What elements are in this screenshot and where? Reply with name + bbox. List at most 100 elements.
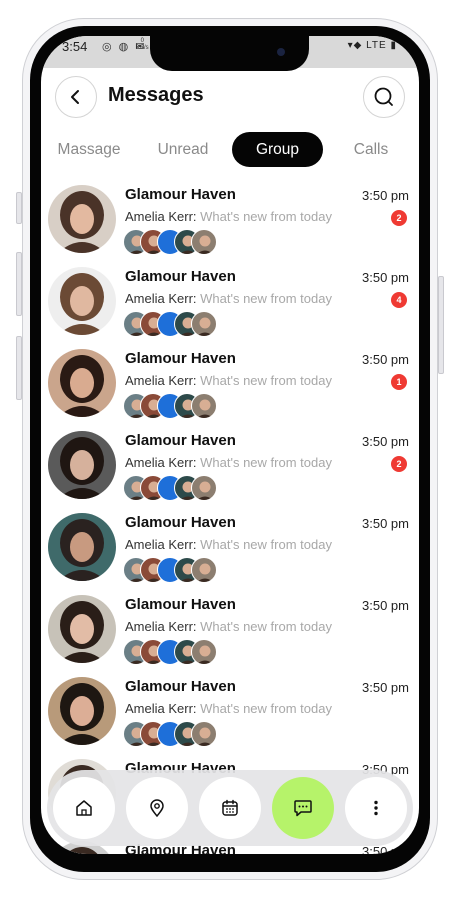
member-avatar [191, 393, 217, 419]
tab-unread[interactable]: Unread [143, 132, 223, 167]
location-pin-icon [150, 799, 164, 818]
sender-name: Amelia Kerr: [125, 619, 197, 634]
message-text: What's new from today [196, 455, 332, 470]
conversation-row[interactable]: Glamour Haven 3:50 pm Amelia Kerr: What's … [41, 592, 419, 674]
search-button[interactable] [363, 76, 405, 118]
tab-bar: Massage Unread Group Calls [41, 132, 419, 168]
message-preview: Amelia Kerr: What's new from today [125, 619, 332, 634]
group-name: Glamour Haven [125, 350, 236, 367]
message-preview: Amelia Kerr: What's new from today [125, 373, 332, 388]
power-button [438, 276, 444, 374]
sender-name: Amelia Kerr: [125, 455, 197, 470]
avatar[interactable] [48, 513, 116, 581]
conversation-row[interactable]: Glamour Haven 3:50 pm Amelia Kerr: What's … [41, 674, 419, 756]
avatar-photo [58, 355, 106, 417]
conversation-row[interactable]: Glamour Haven 3:50 pm Amelia Kerr: What's … [41, 264, 419, 346]
message-preview: Amelia Kerr: What's new from today [125, 455, 332, 470]
back-button[interactable] [55, 76, 97, 118]
member-avatar [191, 721, 217, 747]
avatar-photo [58, 683, 106, 745]
member-avatar [191, 475, 217, 501]
group-name: Glamour Haven [125, 596, 236, 613]
group-members [123, 229, 233, 255]
group-members [123, 557, 233, 583]
group-members [123, 393, 233, 419]
avatar-photo [58, 601, 106, 663]
page-title: Messages [108, 84, 204, 106]
network-type: LTE [366, 40, 387, 51]
network-speed: 0 KB/s [136, 38, 149, 51]
message-text: What's new from today [196, 291, 332, 306]
member-avatar [191, 557, 217, 583]
chevron-left-icon [71, 90, 79, 104]
front-camera [277, 48, 285, 56]
group-name: Glamour Haven [125, 678, 236, 695]
sender-name: Amelia Kerr: [125, 701, 197, 716]
avatar-photo [58, 273, 106, 335]
conversation-row[interactable]: Glamour Haven 3:50 pm Amelia Kerr: What's … [41, 428, 419, 510]
message-text: What's new from today [196, 537, 332, 552]
tab-group[interactable]: Group [232, 132, 323, 167]
message-text: What's new from today [196, 373, 332, 388]
notch [150, 36, 309, 71]
group-members [123, 639, 233, 665]
avatar[interactable] [48, 431, 116, 499]
home-icon [76, 800, 92, 816]
avatar[interactable] [48, 677, 116, 745]
message-time: 3:50 pm [362, 352, 409, 367]
sender-name: Amelia Kerr: [125, 291, 197, 306]
conversation-row[interactable]: Glamour Haven 3:50 pm Amelia Kerr: What's … [41, 510, 419, 592]
message-time: 3:50 pm [362, 598, 409, 613]
message-time: 3:50 pm [362, 680, 409, 695]
unread-badge: 2 [391, 210, 407, 226]
avatar[interactable] [48, 185, 116, 253]
avatar-photo [58, 191, 106, 253]
message-preview: Amelia Kerr: What's new from today [125, 209, 332, 224]
avatar[interactable] [48, 267, 116, 335]
group-name: Glamour Haven [125, 432, 236, 449]
sender-name: Amelia Kerr: [125, 537, 197, 552]
unread-badge: 2 [391, 456, 407, 472]
avatar-photo [58, 519, 106, 581]
calendar-icon [222, 799, 238, 816]
bottom-navigation [47, 770, 413, 846]
status-time: 3:54 [62, 39, 88, 54]
nav-calendar-button[interactable] [199, 777, 261, 839]
sender-name: Amelia Kerr: [125, 373, 197, 388]
group-members [123, 311, 233, 337]
group-name: Glamour Haven [125, 514, 236, 531]
tab-calls[interactable]: Calls [336, 132, 406, 167]
group-name: Glamour Haven [125, 186, 236, 203]
tab-massage[interactable]: Massage [49, 132, 129, 167]
nav-more-button[interactable] [345, 777, 407, 839]
more-vertical-icon [374, 800, 378, 816]
nav-home-button[interactable] [53, 777, 115, 839]
message-time: 3:50 pm [362, 188, 409, 203]
member-avatar [191, 639, 217, 665]
header: Messages [41, 76, 419, 122]
message-text: What's new from today [196, 619, 332, 634]
avatar[interactable] [48, 595, 116, 663]
unread-badge: 1 [391, 374, 407, 390]
chat-bubble-icon [294, 800, 312, 817]
message-time: 3:50 pm [362, 270, 409, 285]
message-time: 3:50 pm [362, 434, 409, 449]
conversation-row[interactable]: Glamour Haven 3:50 pm Amelia Kerr: What's … [41, 182, 419, 264]
search-icon [374, 87, 393, 106]
conversation-row[interactable]: Glamour Haven 3:50 pm Amelia Kerr: What's … [41, 346, 419, 428]
nav-location-button[interactable] [126, 777, 188, 839]
group-members [123, 475, 233, 501]
avatar[interactable] [48, 349, 116, 417]
signal-wifi-battery-icons: ▾◆ LTE ▮ [347, 40, 397, 51]
message-text: What's new from today [196, 209, 332, 224]
message-time: 3:50 pm [362, 516, 409, 531]
unread-badge: 4 [391, 292, 407, 308]
message-preview: Amelia Kerr: What's new from today [125, 537, 332, 552]
member-avatar [191, 229, 217, 255]
group-members [123, 721, 233, 747]
sender-name: Amelia Kerr: [125, 209, 197, 224]
group-name: Glamour Haven [125, 268, 236, 285]
avatar-photo [58, 437, 106, 499]
message-preview: Amelia Kerr: What's new from today [125, 701, 332, 716]
nav-chat-button[interactable] [272, 777, 334, 839]
